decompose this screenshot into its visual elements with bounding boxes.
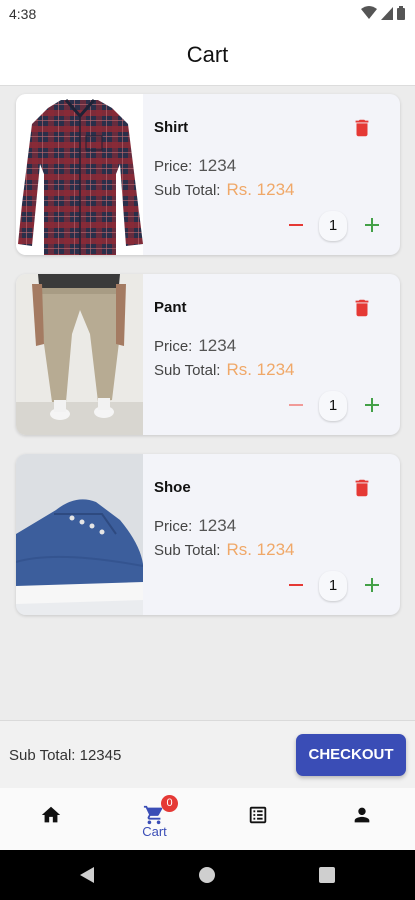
quantity-value: 1 bbox=[319, 211, 347, 241]
price-value: 1234 bbox=[198, 156, 237, 175]
status-icons bbox=[361, 6, 405, 20]
checkout-bar: Sub Total: 12345 CHECKOUT bbox=[0, 720, 415, 788]
trash-icon bbox=[355, 479, 369, 497]
decrease-quantity-button[interactable] bbox=[286, 393, 306, 417]
cart-subtotal: Sub Total: 12345 bbox=[9, 747, 122, 764]
bottom-navigation: 0 Cart bbox=[0, 788, 415, 850]
cart-item-card: Shoe Price: 1234 Sub Total: Rs. 1234 1 bbox=[16, 454, 400, 615]
subtotal-label: Sub Total: bbox=[154, 542, 221, 559]
recents-icon[interactable] bbox=[318, 866, 336, 884]
back-icon[interactable] bbox=[78, 866, 96, 884]
price-value: 1234 bbox=[198, 336, 237, 355]
cart-item-card: Shirt Price: 1234 Sub Total: Rs. 1234 1 bbox=[16, 94, 400, 255]
increase-quantity-button[interactable] bbox=[362, 213, 382, 237]
increase-quantity-button[interactable] bbox=[362, 573, 382, 597]
delete-button[interactable] bbox=[351, 297, 373, 319]
page-title: Cart bbox=[186, 42, 229, 67]
home-icon bbox=[41, 806, 61, 823]
signal-icon bbox=[381, 7, 393, 20]
wifi-icon bbox=[361, 6, 377, 19]
battery-icon bbox=[397, 6, 405, 20]
price-row: Price: 1234 bbox=[154, 156, 236, 176]
increase-quantity-button[interactable] bbox=[362, 393, 382, 417]
quantity-value: 1 bbox=[319, 571, 347, 601]
product-image-shoe bbox=[16, 454, 143, 615]
plus-icon bbox=[365, 578, 379, 592]
home-circle-icon[interactable] bbox=[198, 866, 216, 884]
price-label: Price: bbox=[154, 518, 193, 535]
price-label: Price: bbox=[154, 158, 193, 175]
cart-count-badge: 0 bbox=[161, 795, 178, 812]
list-icon bbox=[249, 806, 267, 824]
quantity-stepper: 1 bbox=[286, 211, 382, 241]
subtotal-label: Sub Total: bbox=[154, 182, 221, 199]
person-icon bbox=[354, 807, 370, 823]
cart-item-card: Pant Price: 1234 Sub Total: Rs. 1234 1 bbox=[16, 274, 400, 435]
subtotal-row: Sub Total: Rs. 1234 bbox=[154, 180, 295, 200]
quantity-stepper: 1 bbox=[286, 571, 382, 601]
price-label: Price: bbox=[154, 338, 193, 355]
subtotal-row: Sub Total: Rs. 1234 bbox=[154, 540, 295, 560]
delete-button[interactable] bbox=[351, 117, 373, 139]
product-image-pant bbox=[16, 274, 143, 435]
trash-icon bbox=[355, 299, 369, 317]
status-bar: 4:38 bbox=[0, 0, 415, 28]
plus-icon bbox=[365, 218, 379, 232]
nav-item-home[interactable] bbox=[0, 788, 103, 850]
price-value: 1234 bbox=[198, 516, 237, 535]
subtotal-row: Sub Total: Rs. 1234 bbox=[154, 360, 295, 380]
item-name: Shoe bbox=[154, 479, 191, 496]
item-name: Shirt bbox=[154, 119, 189, 136]
nav-item-cart[interactable]: 0 Cart bbox=[103, 788, 206, 850]
status-time: 4:38 bbox=[9, 6, 37, 22]
minus-icon bbox=[289, 404, 303, 406]
nav-item-profile[interactable] bbox=[311, 788, 414, 850]
cart-list: Shirt Price: 1234 Sub Total: Rs. 1234 1 bbox=[16, 94, 400, 634]
nav-label-cart: Cart bbox=[142, 824, 167, 839]
subtotal-value: Rs. 1234 bbox=[226, 540, 295, 559]
decrease-quantity-button[interactable] bbox=[286, 213, 306, 237]
decrease-quantity-button[interactable] bbox=[286, 573, 306, 597]
minus-icon bbox=[289, 224, 303, 226]
trash-icon bbox=[355, 119, 369, 137]
minus-icon bbox=[289, 584, 303, 586]
subtotal-value: Rs. 1234 bbox=[226, 180, 295, 199]
app-bar: Cart bbox=[0, 28, 415, 86]
price-row: Price: 1234 bbox=[154, 516, 236, 536]
quantity-value: 1 bbox=[319, 391, 347, 421]
product-image-shirt bbox=[16, 94, 143, 255]
quantity-stepper: 1 bbox=[286, 391, 382, 421]
nav-item-orders[interactable] bbox=[207, 788, 310, 850]
item-name: Pant bbox=[154, 299, 187, 316]
delete-button[interactable] bbox=[351, 477, 373, 499]
checkout-button[interactable]: CHECKOUT bbox=[296, 734, 406, 776]
subtotal-value: Rs. 1234 bbox=[226, 360, 295, 379]
price-row: Price: 1234 bbox=[154, 336, 236, 356]
system-navigation-bar bbox=[0, 850, 415, 900]
subtotal-label: Sub Total: bbox=[154, 362, 221, 379]
plus-icon bbox=[365, 398, 379, 412]
